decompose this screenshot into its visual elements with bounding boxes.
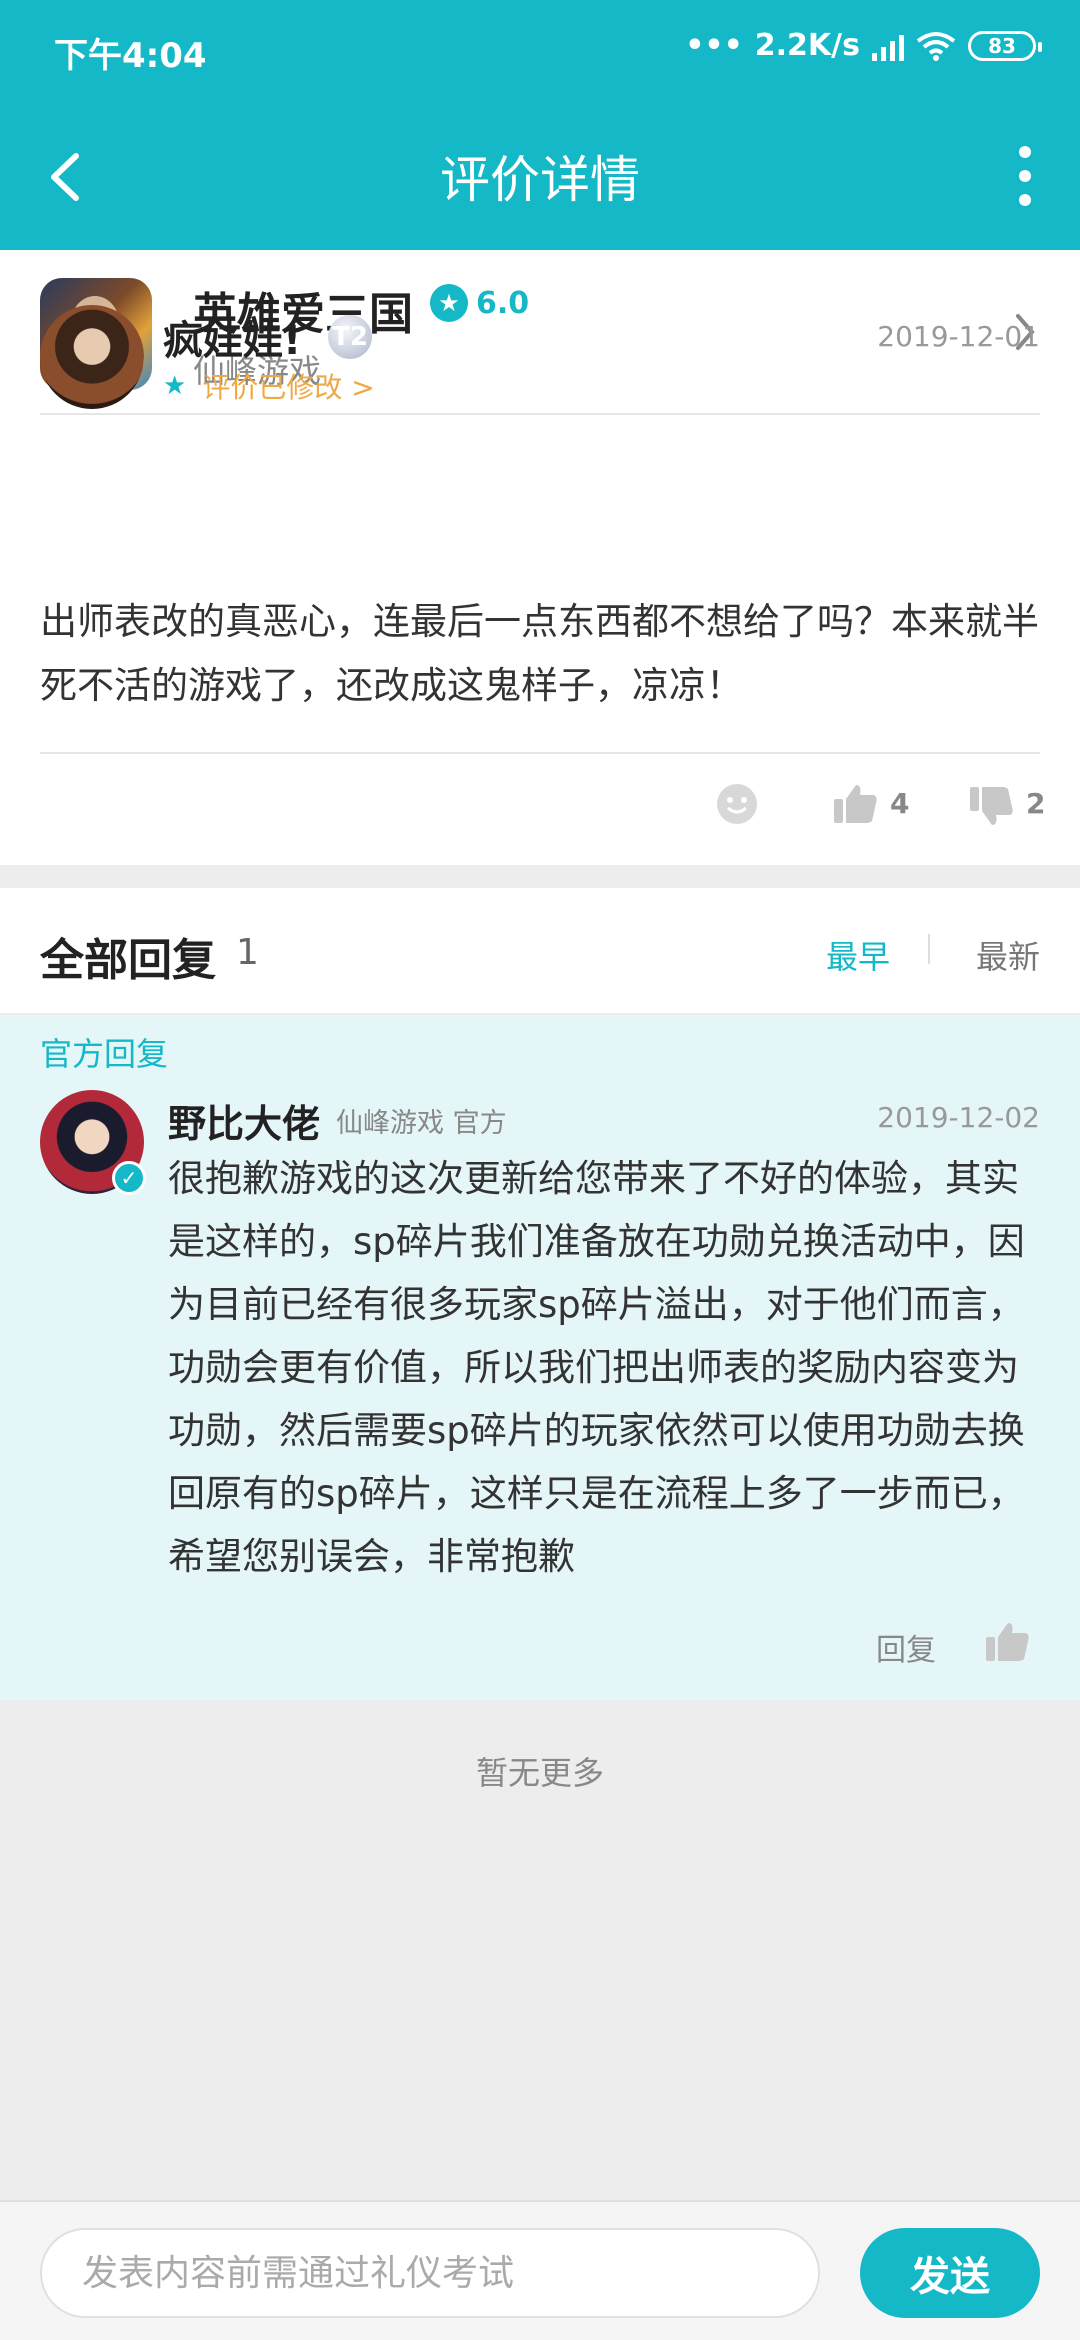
sort-earliest-tab[interactable]: 最早: [826, 932, 890, 978]
wifi-icon: [916, 31, 956, 61]
avatar[interactable]: [40, 305, 144, 409]
review-actions: 4 2: [0, 765, 1080, 845]
divider: [40, 413, 1040, 415]
edited-link[interactable]: ★ 评价已修改 >: [163, 366, 375, 406]
status-bar: 下午4:04 ••• 2.2K/s 83: [0, 0, 1080, 104]
reply-author[interactable]: 野比大佬: [168, 1093, 320, 1148]
nav-bar: 评价详情: [0, 104, 1080, 250]
dots-icon: •••: [685, 28, 743, 63]
review-text: 出师表改的真恶心，连最后一点东西都不想给了吗？本来就半死不活的游戏了，还改成这鬼…: [40, 600, 1039, 707]
like-count: 4: [890, 787, 910, 820]
reviewer-name[interactable]: 疯娃娃!: [163, 308, 301, 366]
sort-latest-tab[interactable]: 最新: [976, 932, 1040, 978]
sort-separator: [928, 934, 930, 964]
like-icon[interactable]: [832, 781, 878, 827]
smile-icon[interactable]: [716, 783, 758, 825]
review-date: 2019-12-01: [877, 320, 1040, 353]
page-title: 评价详情: [440, 151, 640, 209]
reply-button[interactable]: 回复: [876, 1625, 936, 1669]
dislike-count: 2: [1026, 787, 1046, 820]
edited-label: 评价已修改 >: [202, 371, 375, 404]
no-more-text: 暂无更多: [475, 1754, 604, 1792]
network-speed: 2.2K/s: [754, 28, 860, 63]
star-icon: ★: [163, 371, 187, 401]
game-rating: ★ 6.0: [430, 284, 529, 322]
battery-icon: 83: [968, 30, 1042, 61]
verified-icon: ✓: [112, 1161, 146, 1195]
like-icon[interactable]: [984, 1619, 1030, 1665]
rating-value: 6.0: [476, 285, 530, 321]
comment-composer: 发送: [0, 2200, 1080, 2340]
star-icon: ★: [430, 284, 468, 322]
replies-header: 全部回复 1 最早 最新: [0, 888, 1080, 1013]
replies-title: 全部回复: [40, 935, 216, 986]
battery-level: 83: [988, 33, 1016, 58]
official-reply-label: 官方回复: [40, 1035, 169, 1073]
divider: [40, 752, 1040, 754]
official-reply: 官方回复 ✓ 野比大佬 仙峰游戏 官方 2019-12-02 很抱歉游戏的这次更…: [0, 1015, 1080, 1700]
status-time: 下午4:04: [54, 36, 207, 76]
more-icon[interactable]: [1010, 146, 1040, 206]
level-badge: T2: [328, 315, 372, 359]
signal-icon: [872, 31, 904, 61]
comment-input[interactable]: [40, 2228, 820, 2318]
status-indicators: ••• 2.2K/s 83: [685, 28, 1042, 63]
reply-text: 很抱歉游戏的这次更新给您带来了不好的体验，其实是这样的，sp碎片我们准备放在功勋…: [168, 1157, 1025, 1578]
reply-author-tag: 仙峰游戏 官方: [336, 1108, 507, 1139]
review-card: 英雄爱三国 ★ 6.0 仙峰游戏 疯娃娃! T2 2019-12-01 ★ 评价…: [0, 250, 1080, 865]
replies-count: 1: [236, 932, 259, 973]
send-button[interactable]: 发送: [860, 2228, 1040, 2318]
top-bar: 下午4:04 ••• 2.2K/s 83 评价详情: [0, 0, 1080, 250]
dislike-icon[interactable]: [968, 783, 1014, 829]
reply-date: 2019-12-02: [877, 1101, 1040, 1134]
